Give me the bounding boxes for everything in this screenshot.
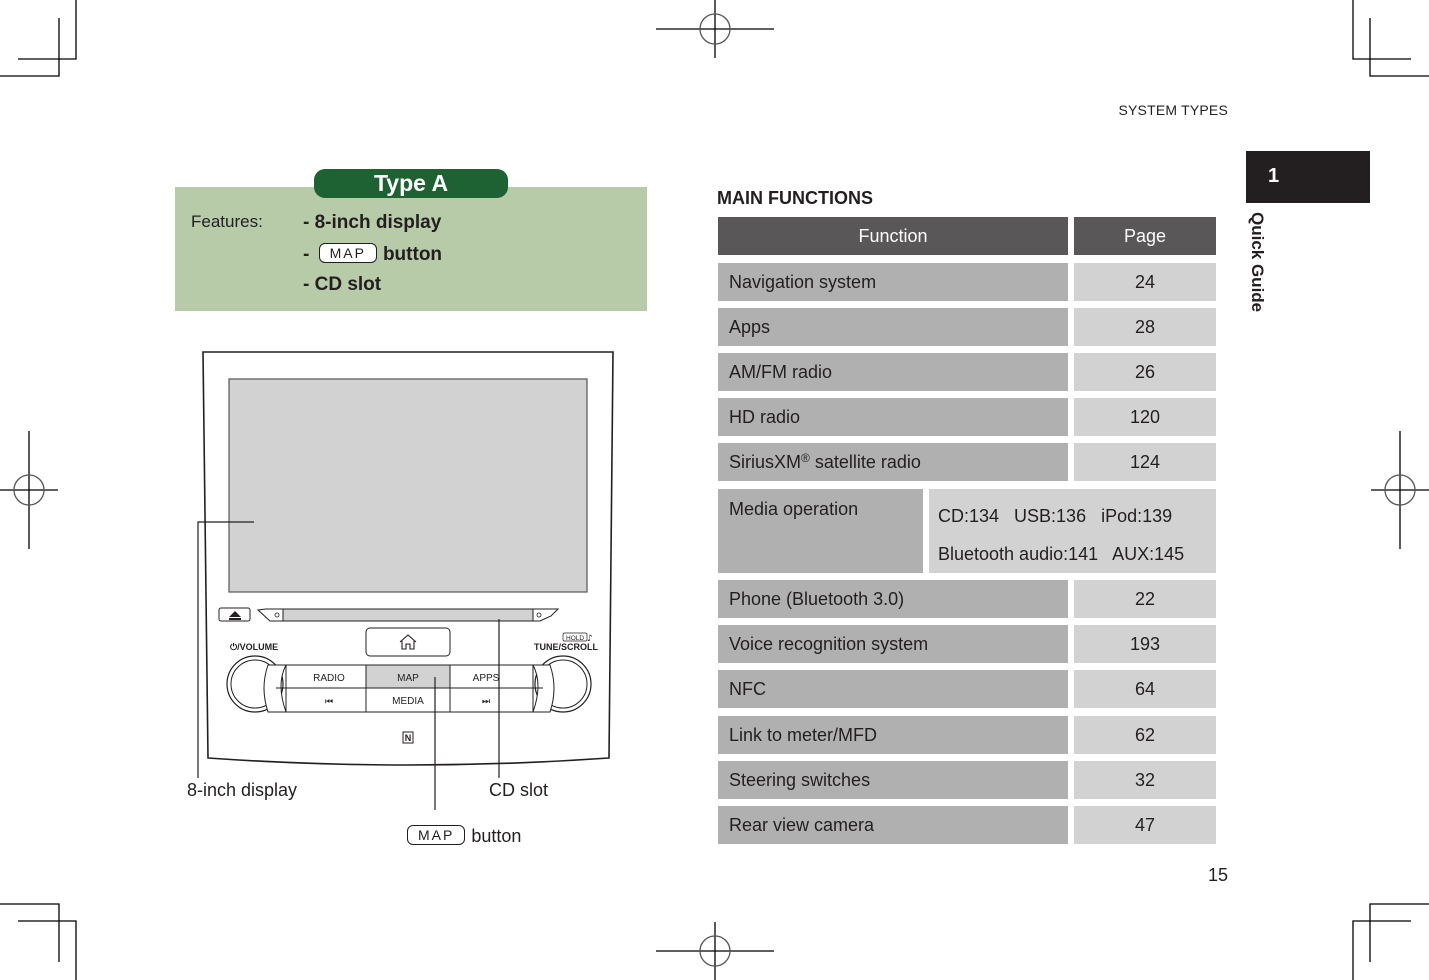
callout-button-text: button — [471, 826, 522, 846]
map-key-icon: MAP — [407, 825, 466, 845]
registration-mark-left — [0, 431, 58, 549]
registration-mark-top — [656, 0, 774, 58]
table-cell-function: Media operation — [718, 489, 923, 573]
seek-back-icon: ⏮ — [325, 697, 333, 707]
radio-button: RADIO — [313, 673, 345, 684]
table-cell-page: 22 — [1074, 580, 1216, 618]
feature-bullet: - — [303, 244, 315, 265]
table-cell-function: HD radio — [718, 398, 1068, 436]
callout-cd-slot: CD slot — [489, 780, 549, 800]
feature-bullet: - — [303, 212, 315, 233]
home-button — [365, 627, 451, 657]
crop-mark-top-right-inner — [1369, 18, 1429, 77]
crop-mark-bottom-left-inner — [0, 903, 60, 962]
crop-mark-top-left-outer — [18, 0, 77, 60]
table-cell-page: 193 — [1074, 625, 1216, 663]
media-button: MEDIA — [392, 696, 424, 707]
feature-bullet: - — [303, 274, 315, 295]
table-cell-page: 62 — [1074, 716, 1216, 754]
feature-text: CD slot — [314, 274, 382, 295]
feature-item: - MAP button — [303, 243, 442, 266]
crop-mark-top-right-outer — [1352, 0, 1411, 60]
table-cell-page: 24 — [1074, 263, 1216, 301]
chapter-label: Quick Guide — [1248, 212, 1267, 313]
hold-label: HOLD — [566, 635, 584, 642]
table-cell-function: Voice recognition system — [718, 625, 1068, 663]
function-text: SiriusXM — [729, 452, 802, 472]
head-unit-illustration: ⏻/VOLUME TUNE/SCROLL HOLD ♪ RADIO MAP AP… — [197, 351, 614, 810]
crop-mark-top-left-inner — [0, 18, 60, 77]
feature-text: 8-inch display — [314, 212, 442, 233]
table-cell-function: Steering switches — [718, 761, 1068, 799]
type-badge: Type A — [314, 169, 508, 198]
feature-item: - CD slot — [303, 274, 381, 296]
table-cell-function: Apps — [718, 308, 1068, 346]
display-screen — [228, 378, 588, 593]
crop-mark-bottom-right-outer — [1352, 920, 1411, 980]
section-header-title: SYSTEM TYPES — [1118, 102, 1228, 118]
page-number: 15 — [1207, 865, 1228, 885]
nfc-mark: N — [405, 733, 412, 743]
table-header-page: Page — [1074, 217, 1216, 255]
map-button: MAP — [397, 673, 419, 684]
table-cell-page: 26 — [1074, 353, 1216, 391]
crop-mark-bottom-right-inner — [1369, 903, 1429, 962]
table-cell-function: Rear view camera — [718, 806, 1068, 844]
table-cell-page-media: CD:134 USB:136 iPod:139 Bluetooth audio:1… — [929, 489, 1216, 573]
registration-mark-bottom — [656, 922, 774, 980]
crop-mark-bottom-left-outer — [18, 920, 77, 980]
table-cell-function: NFC — [718, 670, 1068, 708]
callout-8-inch-display: 8-inch display — [187, 780, 298, 800]
chapter-number: 1 — [1268, 165, 1280, 187]
registered-mark: ® — [801, 451, 810, 465]
table-header-function: Function — [718, 217, 1068, 255]
media-pages-line: Bluetooth audio:141 AUX:145 — [938, 544, 1185, 564]
callout-map-button: MAP button — [407, 825, 521, 847]
function-text: satellite radio — [809, 452, 921, 472]
volume-label: ⏻/VOLUME — [230, 642, 278, 652]
map-key-icon: MAP — [318, 243, 377, 263]
registration-mark-right — [1371, 431, 1429, 549]
chapter-tab: 1 — [1246, 151, 1370, 203]
table-cell-page: 32 — [1074, 761, 1216, 799]
table-cell-page: 124 — [1074, 443, 1216, 481]
table-cell-page: 64 — [1074, 670, 1216, 708]
chapter-side-label: Quick Guide — [1247, 212, 1269, 332]
table-cell-function: AM/FM radio — [718, 353, 1068, 391]
feature-item: - 8-inch display — [303, 212, 441, 234]
table-cell-page: 28 — [1074, 308, 1216, 346]
music-note-icon: ♪ — [587, 634, 593, 644]
table-cell-page: 120 — [1074, 398, 1216, 436]
apps-button: APPS — [473, 673, 500, 684]
feature-text: button — [382, 244, 443, 265]
table-cell-function: SiriusXM® satellite radio — [718, 443, 1068, 481]
main-functions-title: MAIN FUNCTIONS — [717, 188, 873, 208]
seek-forward-icon: ⏭ — [482, 697, 490, 707]
table-cell-function: Link to meter/MFD — [718, 716, 1068, 754]
table-cell-page: 47 — [1074, 806, 1216, 844]
features-label: Features: — [191, 212, 263, 231]
table-cell-function: Phone (Bluetooth 3.0) — [718, 580, 1068, 618]
media-pages-line: CD:134 USB:136 iPod:139 — [938, 506, 1173, 526]
table-cell-function: Navigation system — [718, 263, 1068, 301]
cd-slot — [282, 608, 534, 622]
